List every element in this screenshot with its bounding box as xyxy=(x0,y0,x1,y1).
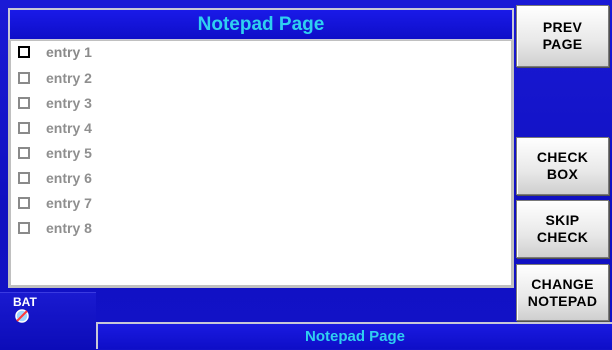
entry-label: entry 8 xyxy=(46,220,92,236)
page-title: Notepad Page xyxy=(8,8,514,41)
checkbox[interactable] xyxy=(18,122,30,134)
checkbox[interactable] xyxy=(18,172,30,184)
footer-title: Notepad Page xyxy=(304,328,406,345)
entry-label: entry 4 xyxy=(46,120,92,136)
battery-panel: BAT xyxy=(0,292,96,350)
footer-status-bar: Notepad Page xyxy=(96,322,612,349)
list-item[interactable]: entry 3 xyxy=(18,93,92,113)
check-box-button[interactable]: CHECK BOX xyxy=(516,137,609,195)
list-item[interactable]: entry 6 xyxy=(18,168,92,188)
list-item[interactable]: entry 4 xyxy=(18,118,92,138)
list-item[interactable]: entry 2 xyxy=(18,68,92,88)
checkbox[interactable] xyxy=(18,46,30,58)
battery-label: BAT xyxy=(13,295,37,309)
notepad-list: entry 1 entry 2 entry 3 entry 4 entry 5 … xyxy=(8,40,514,288)
entry-label: entry 3 xyxy=(46,95,92,111)
list-item[interactable]: entry 1 xyxy=(18,42,92,62)
checkbox[interactable] xyxy=(18,147,30,159)
checkbox[interactable] xyxy=(18,97,30,109)
skip-check-button[interactable]: SKIP CHECK xyxy=(516,200,609,258)
checkbox[interactable] xyxy=(18,72,30,84)
entry-label: entry 2 xyxy=(46,70,92,86)
entry-label: entry 5 xyxy=(46,145,92,161)
page-title-text: Notepad Page xyxy=(197,13,325,35)
screen: Notepad Page entry 1 entry 2 entry 3 ent… xyxy=(0,0,612,350)
list-item[interactable]: entry 7 xyxy=(18,193,92,213)
list-item[interactable]: entry 8 xyxy=(18,218,92,238)
change-notepad-button[interactable]: CHANGE NOTEPAD xyxy=(516,264,609,321)
battery-status-icon xyxy=(15,309,29,323)
entry-label: entry 6 xyxy=(46,170,92,186)
entry-label: entry 1 xyxy=(46,44,92,60)
checkbox[interactable] xyxy=(18,222,30,234)
prev-page-button[interactable]: PREV PAGE xyxy=(516,5,609,67)
checkbox[interactable] xyxy=(18,197,30,209)
entry-label: entry 7 xyxy=(46,195,92,211)
list-item[interactable]: entry 5 xyxy=(18,143,92,163)
